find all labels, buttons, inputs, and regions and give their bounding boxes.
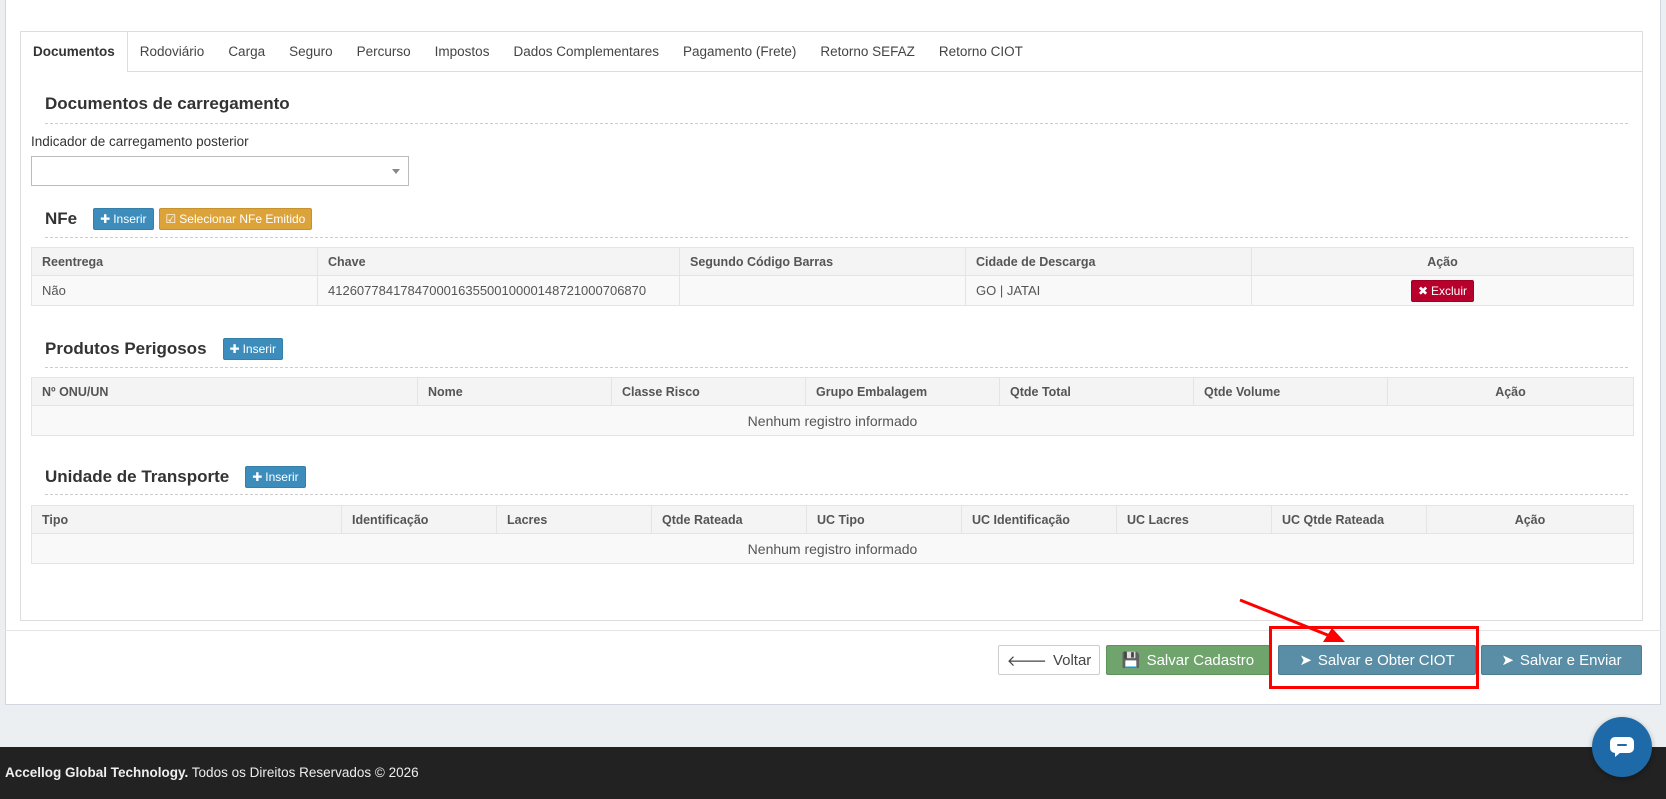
nfe-table-header: Reentrega Chave Segundo Código Barras Ci…	[31, 247, 1634, 276]
close-icon: ✖	[1417, 283, 1429, 298]
col-cidade-descarga: Cidade de Descarga	[965, 247, 1252, 276]
col-onu: Nº ONU/UN	[31, 377, 418, 406]
back-label: Voltar	[1052, 651, 1092, 669]
footer-brand: Accellog Global Technology.	[5, 765, 189, 780]
unidade-insert-button[interactable]: ✚ Inserir	[245, 466, 306, 488]
delete-button[interactable]: ✖ Excluir	[1410, 279, 1475, 302]
nfe-title-text: NFe	[45, 209, 78, 228]
indicador-label: Indicador de carregamento posterior	[31, 134, 249, 149]
arrow-left-icon: 🡐	[1006, 652, 1047, 670]
tab-retorno-sefaz[interactable]: Retorno SEFAZ	[808, 32, 927, 71]
section-title-produtos: Produtos Perigosos ✚ Inserir	[45, 338, 283, 360]
documentos-title-text: Documentos de carregamento	[45, 94, 290, 113]
col-qtde-total: Qtde Total	[999, 377, 1194, 406]
section-title-unidade: Unidade de Transporte ✚ Inserir	[45, 466, 306, 488]
plus-icon: ✚	[100, 212, 111, 226]
unidade-title-text: Unidade de Transporte	[45, 467, 230, 486]
tab-container: Documentos Rodoviário Carga Seguro Percu…	[20, 31, 1643, 621]
highlight-box	[1269, 626, 1479, 689]
col-nome: Nome	[417, 377, 612, 406]
col-uc-tipo: UC Tipo	[806, 505, 962, 534]
save-label: Salvar Cadastro	[1146, 651, 1255, 669]
unidade-insert-label: Inserir	[265, 470, 299, 484]
col-qtde-rateada: Qtde Rateada	[651, 505, 807, 534]
col-uc-lacres: UC Lacres	[1116, 505, 1272, 534]
table-row: Nenhum registro informado	[31, 405, 1634, 436]
divider	[45, 494, 1628, 495]
tab-rodoviario[interactable]: Rodoviário	[128, 32, 217, 71]
col-qtde-volume: Qtde Volume	[1193, 377, 1388, 406]
col-identificacao: Identificação	[341, 505, 497, 534]
empty-message: Nenhum registro informado	[31, 405, 1634, 436]
save-button[interactable]: 💾 Salvar Cadastro	[1106, 645, 1270, 675]
chevron-down-icon	[392, 169, 400, 174]
col-acao: Ação	[1251, 247, 1634, 276]
tab-carga[interactable]: Carga	[216, 32, 277, 71]
nfe-insert-button[interactable]: ✚ Inserir	[93, 208, 154, 230]
tab-percurso[interactable]: Percurso	[345, 32, 423, 71]
tab-pagamento-frete[interactable]: Pagamento (Frete)	[671, 32, 808, 71]
produtos-insert-label: Inserir	[242, 342, 276, 356]
col-chave: Chave	[317, 247, 680, 276]
cell-acao: ✖ Excluir	[1251, 275, 1634, 306]
select-nfe-button[interactable]: ☑ Selecionar NFe Emitido	[158, 208, 313, 230]
tab-documentos[interactable]: Documentos	[21, 32, 128, 72]
plus-icon: ✚	[252, 470, 263, 484]
divider	[45, 237, 1628, 238]
paper-plane-icon: ➤	[1501, 652, 1514, 669]
tab-impostos[interactable]: Impostos	[423, 32, 502, 71]
col-uc-identificacao: UC Identificação	[961, 505, 1117, 534]
back-button[interactable]: 🡐 Voltar	[998, 645, 1100, 675]
section-title-nfe: NFe ✚ Inserir ☑ Selecionar NFe Emitido	[45, 208, 313, 230]
table-row: Nenhum registro informado	[31, 533, 1634, 564]
save-send-label: Salvar e Enviar	[1519, 651, 1622, 669]
tab-retorno-ciot[interactable]: Retorno CIOT	[927, 32, 1035, 71]
col-classe-risco: Classe Risco	[611, 377, 806, 406]
produtos-insert-button[interactable]: ✚ Inserir	[222, 338, 283, 360]
col-acao: Ação	[1426, 505, 1634, 534]
save-send-button[interactable]: ➤ Salvar e Enviar	[1481, 645, 1642, 675]
col-acao: Ação	[1387, 377, 1634, 406]
col-segundo-codigo: Segundo Código Barras	[679, 247, 966, 276]
col-lacres: Lacres	[496, 505, 652, 534]
col-uc-qtde-rateada: UC Qtde Rateada	[1271, 505, 1427, 534]
footer-rights: Todos os Direitos Reservados © 2026	[191, 765, 419, 780]
section-title-documentos: Documentos de carregamento	[45, 94, 290, 114]
produtos-table: Nº ONU/UN Nome Classe Risco Grupo Embala…	[31, 377, 1634, 436]
cell-segundo-codigo	[679, 275, 966, 306]
floppy-icon: 💾	[1121, 652, 1141, 669]
nfe-table: Reentrega Chave Segundo Código Barras Ci…	[31, 247, 1634, 306]
cell-cidade: GO | JATAI	[965, 275, 1252, 306]
indicador-select[interactable]	[31, 156, 409, 186]
unidade-table: Tipo Identificação Lacres Qtde Rateada U…	[31, 505, 1634, 564]
check-square-icon: ☑	[165, 212, 177, 226]
delete-label: Excluir	[1431, 283, 1468, 298]
divider	[45, 367, 1628, 368]
select-nfe-label: Selecionar NFe Emitido	[179, 212, 306, 226]
divider	[45, 123, 1628, 124]
col-grupo-embalagem: Grupo Embalagem	[805, 377, 1000, 406]
produtos-title-text: Produtos Perigosos	[45, 339, 207, 358]
chat-icon	[1610, 737, 1634, 757]
table-row: Não 412607784178470001635500100001487210…	[31, 275, 1634, 306]
col-tipo: Tipo	[31, 505, 342, 534]
col-reentrega: Reentrega	[31, 247, 318, 276]
cell-chave: 4126077841784700016355001000014872100070…	[317, 275, 680, 306]
produtos-table-header: Nº ONU/UN Nome Classe Risco Grupo Embala…	[31, 377, 1634, 406]
unidade-table-header: Tipo Identificação Lacres Qtde Rateada U…	[31, 505, 1634, 534]
site-footer: Accellog Global Technology. Todos os Dir…	[0, 747, 1666, 799]
tab-bar: Documentos Rodoviário Carga Seguro Percu…	[21, 32, 1642, 72]
nfe-insert-label: Inserir	[113, 212, 147, 226]
plus-icon: ✚	[229, 342, 240, 356]
tab-seguro[interactable]: Seguro	[277, 32, 345, 71]
chat-button[interactable]	[1592, 717, 1652, 777]
tab-dados-complementares[interactable]: Dados Complementares	[501, 32, 671, 71]
empty-message: Nenhum registro informado	[31, 533, 1634, 564]
cell-reentrega: Não	[31, 275, 318, 306]
